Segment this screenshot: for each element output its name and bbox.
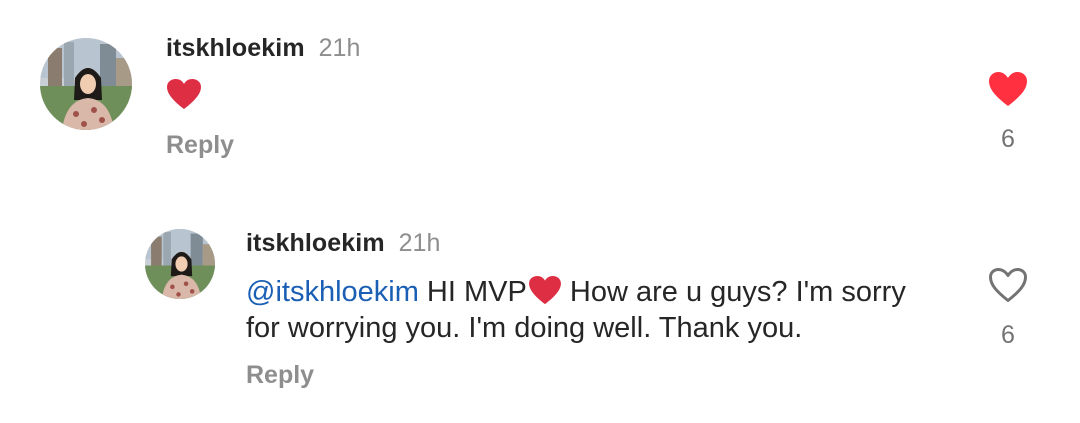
- avatar[interactable]: [40, 38, 132, 130]
- avatar[interactable]: [145, 229, 215, 299]
- heart-outline-icon: [989, 268, 1027, 302]
- reply-button[interactable]: Reply: [166, 131, 234, 160]
- reply-button[interactable]: Reply: [246, 361, 314, 390]
- comment-text: [166, 78, 202, 115]
- username[interactable]: itskhloekim: [166, 34, 305, 63]
- mention-link[interactable]: @itskhloekim: [246, 276, 419, 308]
- comment-header: itskhloekim 21h: [246, 229, 440, 258]
- red-heart-emoji-icon: [167, 79, 201, 109]
- like-button[interactable]: [987, 70, 1029, 113]
- profile-photo-icon: [40, 38, 132, 130]
- profile-photo-icon: [145, 229, 215, 299]
- timestamp: 21h: [318, 34, 361, 62]
- like-count: 6: [1001, 321, 1015, 349]
- heart-icon: [989, 72, 1027, 106]
- red-heart-emoji-icon: [528, 275, 561, 305]
- comment-text-part: HI MVP: [418, 276, 527, 308]
- comment-text-line-1: @itskhloekim HI MVP How are u guys? I'm …: [246, 274, 906, 310]
- comments-thread: itskhloekim 21h Reply 6 itskhloekim 21h …: [0, 0, 1080, 423]
- comment-header: itskhloekim 21h: [166, 34, 360, 63]
- like-count: 6: [1001, 125, 1015, 153]
- timestamp: 21h: [398, 229, 441, 257]
- comment-text-line-2: for worrying you. I'm doing well. Thank …: [246, 312, 803, 344]
- comment-text-part: How are u guys? I'm sorry: [561, 276, 906, 308]
- username[interactable]: itskhloekim: [246, 229, 385, 258]
- like-button[interactable]: [987, 266, 1029, 309]
